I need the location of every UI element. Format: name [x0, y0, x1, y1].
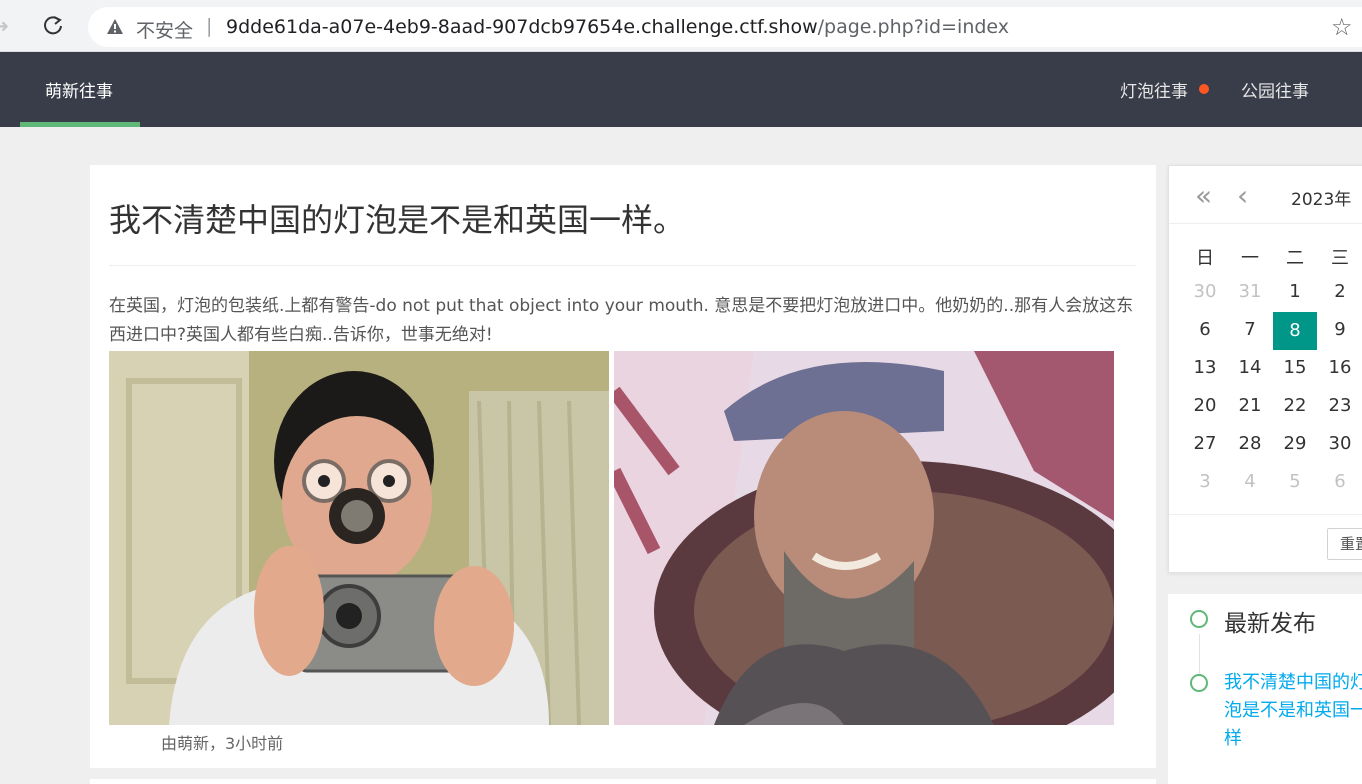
calendar-day[interactable]: 28 — [1228, 426, 1272, 462]
nav-item-park[interactable]: 公园往事 — [1241, 77, 1309, 102]
url-path: /page.php?id=index — [817, 16, 1010, 38]
article-card: 我不清楚中国的灯泡是不是和英国一样。 在英国，灯泡的包装纸.上都有警告-do n… — [90, 165, 1156, 768]
next-article-card-edge — [90, 779, 1156, 784]
reload-icon[interactable] — [40, 12, 66, 38]
double-chevron-left-icon[interactable]: « — [1195, 179, 1212, 212]
calendar-day[interactable]: 5 — [1273, 464, 1317, 500]
calendar-day[interactable]: 7 — [1228, 312, 1272, 348]
calendar-day[interactable]: 22 — [1273, 388, 1317, 424]
calendar-day[interactable]: 6 — [1318, 464, 1362, 500]
calendar-day[interactable]: 20 — [1183, 388, 1227, 424]
article-body: 在英国，灯泡的包装纸.上都有警告-do not put that object … — [109, 296, 1134, 345]
url-separator: | — [206, 15, 213, 37]
calendar-year[interactable]: 2023年 — [1291, 185, 1351, 210]
latest-posts-title: 最新发布 — [1224, 611, 1316, 637]
laughing-man-image — [614, 351, 1114, 725]
calendar-widget: « ‹ 2023年 日 一 二 三 30 31 1 2 6 7 8 9 13 1… — [1168, 165, 1362, 573]
calendar-day[interactable]: 23 — [1318, 388, 1362, 424]
browser-toolbar: ➜ 不安全 | 9dde61da-a07e-4eb9-8aad-907dcb97… — [0, 0, 1362, 52]
calendar-day[interactable]: 27 — [1183, 426, 1227, 462]
nav-item-bulb[interactable]: 灯泡往事 — [1120, 77, 1188, 102]
url-host: 9dde61da-a07e-4eb9-8aad-907dcb97654e.cha… — [226, 16, 818, 38]
site-header: 萌新往事 灯泡往事 公园往事 — [0, 52, 1362, 127]
article-title: 我不清楚中国的灯泡是不是和英国一样。 — [109, 201, 686, 239]
url-text[interactable]: 9dde61da-a07e-4eb9-8aad-907dcb97654e.cha… — [226, 16, 1009, 38]
calendar-day[interactable]: 6 — [1183, 312, 1227, 348]
article-meta: 由萌新，3小时前 — [161, 734, 284, 753]
calendar-day[interactable]: 4 — [1228, 464, 1272, 500]
security-label[interactable]: 不安全 — [136, 16, 193, 43]
title-divider — [109, 265, 1136, 266]
calendar-day[interactable]: 2 — [1318, 274, 1362, 310]
nav-home-label: 萌新往事 — [45, 82, 113, 102]
notification-dot — [1199, 84, 1209, 94]
latest-posts-widget: 最新发布 我不清楚中国的灯泡是不是和英国一样 — [1168, 594, 1362, 784]
latest-post-link[interactable]: 我不清楚中国的灯泡是不是和英国一样 — [1224, 669, 1362, 753]
address-bar[interactable]: 不安全 | 9dde61da-a07e-4eb9-8aad-907dcb9765… — [88, 7, 1362, 47]
calendar-day[interactable]: 29 — [1273, 426, 1317, 462]
calendar-day[interactable]: 16 — [1318, 350, 1362, 386]
calendar-day[interactable]: 13 — [1183, 350, 1227, 386]
camera-man-image — [109, 351, 609, 725]
active-underline — [20, 122, 140, 127]
timeline-circle-icon — [1190, 674, 1208, 692]
timeline-circle-icon — [1190, 610, 1208, 628]
bookmark-star-icon[interactable]: ☆ — [1331, 13, 1353, 41]
weekday-label: 日 — [1196, 248, 1214, 269]
chevron-left-icon[interactable]: ‹ — [1237, 179, 1248, 212]
calendar-day[interactable]: 30 — [1183, 274, 1227, 310]
calendar-header: « ‹ 2023年 — [1169, 166, 1362, 224]
calendar-day-selected[interactable]: 8 — [1273, 312, 1317, 350]
calendar-day[interactable]: 9 — [1318, 312, 1362, 348]
weekday-label: 一 — [1241, 248, 1259, 269]
calendar-footer-divider — [1169, 514, 1362, 515]
warning-icon[interactable] — [106, 18, 124, 36]
calendar-day[interactable]: 31 — [1228, 274, 1272, 310]
calendar-day[interactable]: 3 — [1183, 464, 1227, 500]
back-arrow-icon[interactable]: ➜ — [0, 16, 9, 37]
calendar-day[interactable]: 30 — [1318, 426, 1362, 462]
weekday-label: 二 — [1286, 248, 1304, 269]
calendar-day[interactable]: 14 — [1228, 350, 1272, 386]
nav-item-home[interactable]: 萌新往事 — [20, 52, 140, 127]
reset-button[interactable]: 重置 — [1327, 528, 1362, 560]
calendar-day[interactable]: 1 — [1273, 274, 1317, 310]
calendar-day[interactable]: 21 — [1228, 388, 1272, 424]
calendar-day[interactable]: 15 — [1273, 350, 1317, 386]
weekday-label: 三 — [1331, 248, 1349, 269]
